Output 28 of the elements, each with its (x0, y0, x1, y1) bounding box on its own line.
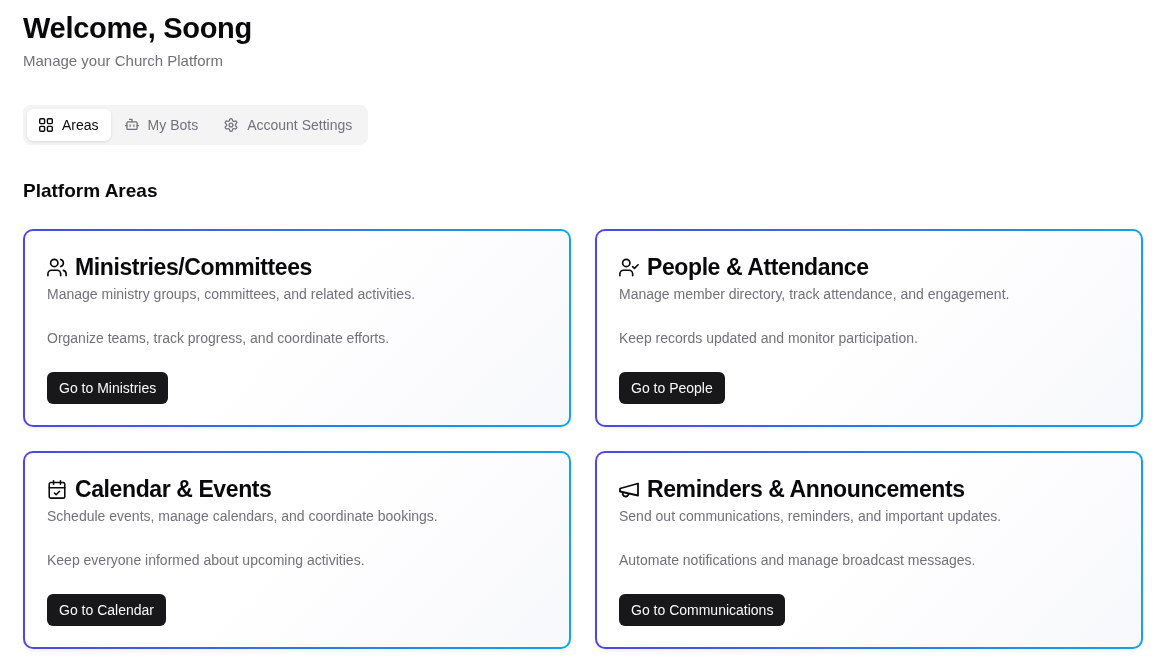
person-check-icon (619, 257, 639, 277)
tab[interactable]: Account Settings (212, 109, 365, 141)
card-description: Manage member directory, track attendance, and engagement. (619, 285, 1010, 304)
grid-icon (39, 118, 53, 132)
card-title: Calendar & Events (75, 475, 272, 503)
people-icon (47, 257, 67, 277)
calendar-check-icon (47, 479, 67, 499)
robot-icon (124, 118, 139, 132)
go-button[interactable]: Go to Calendar (47, 594, 166, 626)
page-title: Welcome, Soong (23, 11, 253, 45)
card-detail: Organize teams, track progress, and coordinate efforts. (47, 329, 390, 348)
card-description: Send out communications, reminders, and important updates. (619, 507, 1002, 526)
go-button[interactable]: Go to People (619, 372, 725, 404)
card-description: Manage ministry groups, committees, and related activities. (47, 285, 416, 304)
go-button[interactable]: Go to Ministries (47, 372, 169, 404)
go-button[interactable]: Go to Communications (619, 594, 786, 626)
page-subtitle: Manage your Church Platform (23, 51, 225, 71)
section-heading: Platform Areas (23, 179, 159, 203)
tab[interactable]: Areas (27, 109, 111, 141)
card-detail: Keep records updated and monitor participation. (619, 329, 918, 348)
card-title: Ministries/Committees (75, 253, 312, 281)
card-title: Reminders & Announcements (647, 475, 965, 503)
settings-icon (224, 118, 239, 132)
card-title: People & Attendance (647, 253, 869, 281)
card-detail: Keep everyone informed about upcoming activities. (47, 551, 365, 570)
tab[interactable]: My Bots (112, 109, 211, 141)
card-detail: Automate notifications and manage broadcast messages. (619, 551, 976, 570)
card-description: Schedule events, manage calendars, and coordinate bookings. (47, 507, 438, 526)
